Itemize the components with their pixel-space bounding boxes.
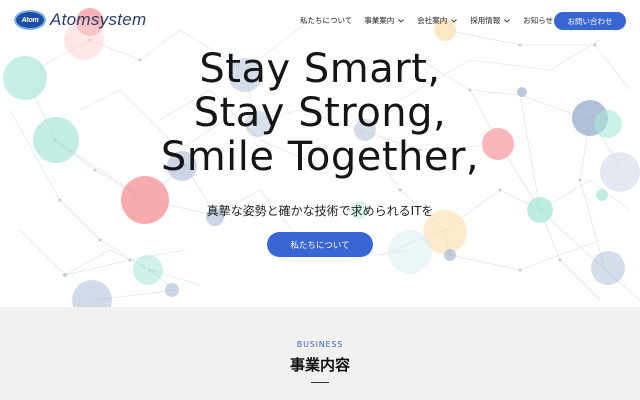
nav-item-label: 会社案内	[417, 16, 448, 25]
headline-line: Stay Smart,	[199, 46, 441, 92]
nav-item-label: 採用情報	[470, 16, 501, 25]
section-divider	[311, 382, 329, 383]
chevron-down-icon	[451, 18, 458, 23]
main-nav: 私たちについて 事業案内 会社案内 採用情報 お知らせ	[300, 15, 565, 26]
site-logo[interactable]: Atom Atomsystem	[14, 9, 147, 31]
contact-button[interactable]: お問い合わせ	[554, 12, 626, 30]
logo-mark-text: Atom	[21, 16, 39, 24]
nav-item-label: 事業案内	[364, 16, 395, 25]
nav-item-company[interactable]: 会社案内	[417, 15, 458, 26]
hero-headline: Stay Smart, Stay Strong, Smile Together,	[0, 47, 640, 179]
section-eyebrow: BUSINESS	[296, 340, 344, 349]
business-section: BUSINESS 事業内容	[0, 307, 640, 400]
section-title: 事業内容	[289, 356, 350, 374]
hero-section: Atom Atomsystem 私たちについて 事業案内 会社案内 採用情報 お…	[0, 0, 640, 307]
logo-text: Atomsystem	[50, 10, 147, 29]
nav-item-recruit[interactable]: 採用情報	[470, 15, 511, 26]
nav-item-business[interactable]: 事業案内	[364, 15, 405, 26]
headline-line: Smile Together,	[160, 134, 480, 180]
nav-item-label: 私たちについて	[300, 16, 353, 25]
site-header: Atom Atomsystem 私たちについて 事業案内 会社案内 採用情報 お…	[0, 0, 640, 42]
headline-line: Stay Strong,	[193, 90, 447, 136]
nav-item-label: お知らせ	[523, 16, 554, 25]
nav-item-about[interactable]: 私たちについて	[300, 15, 352, 26]
hero-subtitle: 真摯な姿勢と確かな技術で求められるITを	[206, 204, 434, 218]
logo-mark-icon: Atom	[14, 10, 46, 30]
chevron-down-icon	[398, 18, 405, 23]
about-us-button[interactable]: 私たちについて	[267, 232, 373, 257]
chevron-down-icon	[504, 18, 511, 23]
nav-item-news[interactable]: お知らせ	[523, 15, 553, 26]
